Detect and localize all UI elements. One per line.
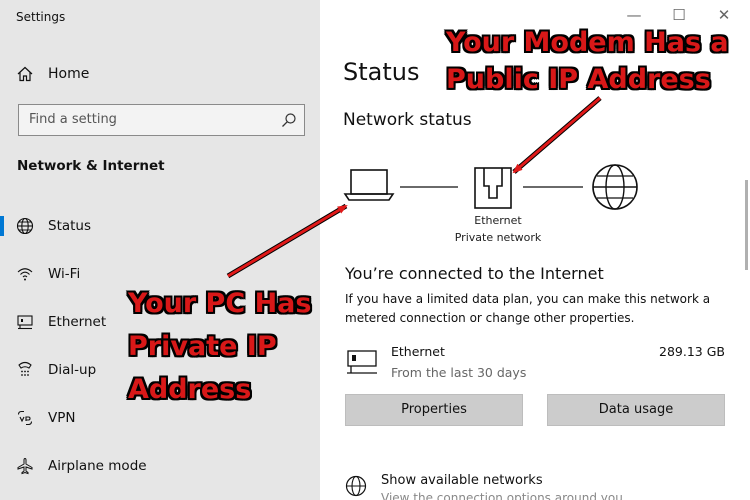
adapter-label: Ethernet [474, 214, 522, 227]
globe-icon [345, 475, 367, 497]
ethernet-icon [347, 350, 377, 374]
sidebar-item-label: VPN [48, 410, 76, 426]
show-networks-subtitle: View the connection options around you. [381, 491, 627, 500]
wifi-icon [17, 268, 33, 281]
callout-line: Your Modem Has a [446, 27, 729, 58]
network-status-heading: Network status [343, 110, 472, 130]
data-usage-row: Ethernet From the last 30 days 289.13 GB [345, 344, 725, 384]
callout-line: Your PC Has [128, 288, 312, 319]
modem-public-ip-callout: Your Modem Has a Public IP Address [446, 24, 729, 98]
connected-heading: You’re connected to the Internet [345, 264, 604, 283]
callout-line: Address [128, 374, 252, 405]
app-title: Settings [16, 10, 66, 24]
sidebar-item-status[interactable]: Status [0, 206, 320, 246]
network-diagram [343, 164, 638, 210]
minimize-button[interactable]: — [618, 6, 650, 24]
sidebar-item-label: Ethernet [48, 314, 107, 330]
sidebar: Settings Home Find a setting Network & I… [0, 0, 320, 500]
usage-amount: 289.13 GB [659, 344, 725, 359]
callout-line: Private IP [128, 331, 277, 362]
show-networks-title: Show available networks [381, 473, 543, 488]
usage-adapter-name: Ethernet [391, 344, 445, 359]
scrollbar[interactable] [745, 180, 748, 270]
laptop-icon [343, 169, 395, 201]
sidebar-item-label: Status [48, 218, 92, 234]
sidebar-item-label: Wi-Fi [48, 266, 81, 282]
home-link[interactable]: Home [16, 64, 89, 84]
sidebar-item-label: Airplane mode [48, 458, 147, 474]
home-icon [17, 66, 33, 82]
search-icon[interactable] [281, 112, 297, 128]
data-usage-button[interactable]: Data usage [547, 394, 725, 426]
dialup-icon [18, 361, 32, 376]
vpn-icon [17, 410, 33, 426]
search-box[interactable]: Find a setting [18, 104, 305, 136]
internet-globe-icon [592, 164, 638, 210]
usage-period: From the last 30 days [391, 365, 527, 380]
ethernet-adapter-icon [474, 167, 512, 209]
globe-icon [16, 217, 34, 235]
sidebar-item-label: Dial-up [48, 362, 97, 378]
pc-private-ip-callout: Your PC Has Private IP Address [128, 282, 311, 411]
section-title: Network & Internet [17, 158, 165, 174]
ethernet-icon [17, 315, 33, 330]
close-button[interactable]: ✕ [708, 6, 740, 24]
properties-button[interactable]: Properties [345, 394, 523, 426]
search-placeholder: Find a setting [29, 112, 117, 127]
network-type-label: Private network [454, 231, 542, 244]
connected-description: If you have a limited data plan, you can… [345, 292, 711, 325]
show-available-networks-link[interactable]: Show available networks View the connect… [345, 470, 745, 500]
maximize-button[interactable]: ☐ [663, 6, 695, 24]
page-title: Status [343, 58, 420, 86]
sidebar-item-airplane-mode[interactable]: Airplane mode [0, 446, 320, 486]
airplane-icon [17, 457, 33, 475]
callout-line: Public IP Address [446, 64, 711, 95]
home-label: Home [48, 66, 90, 82]
